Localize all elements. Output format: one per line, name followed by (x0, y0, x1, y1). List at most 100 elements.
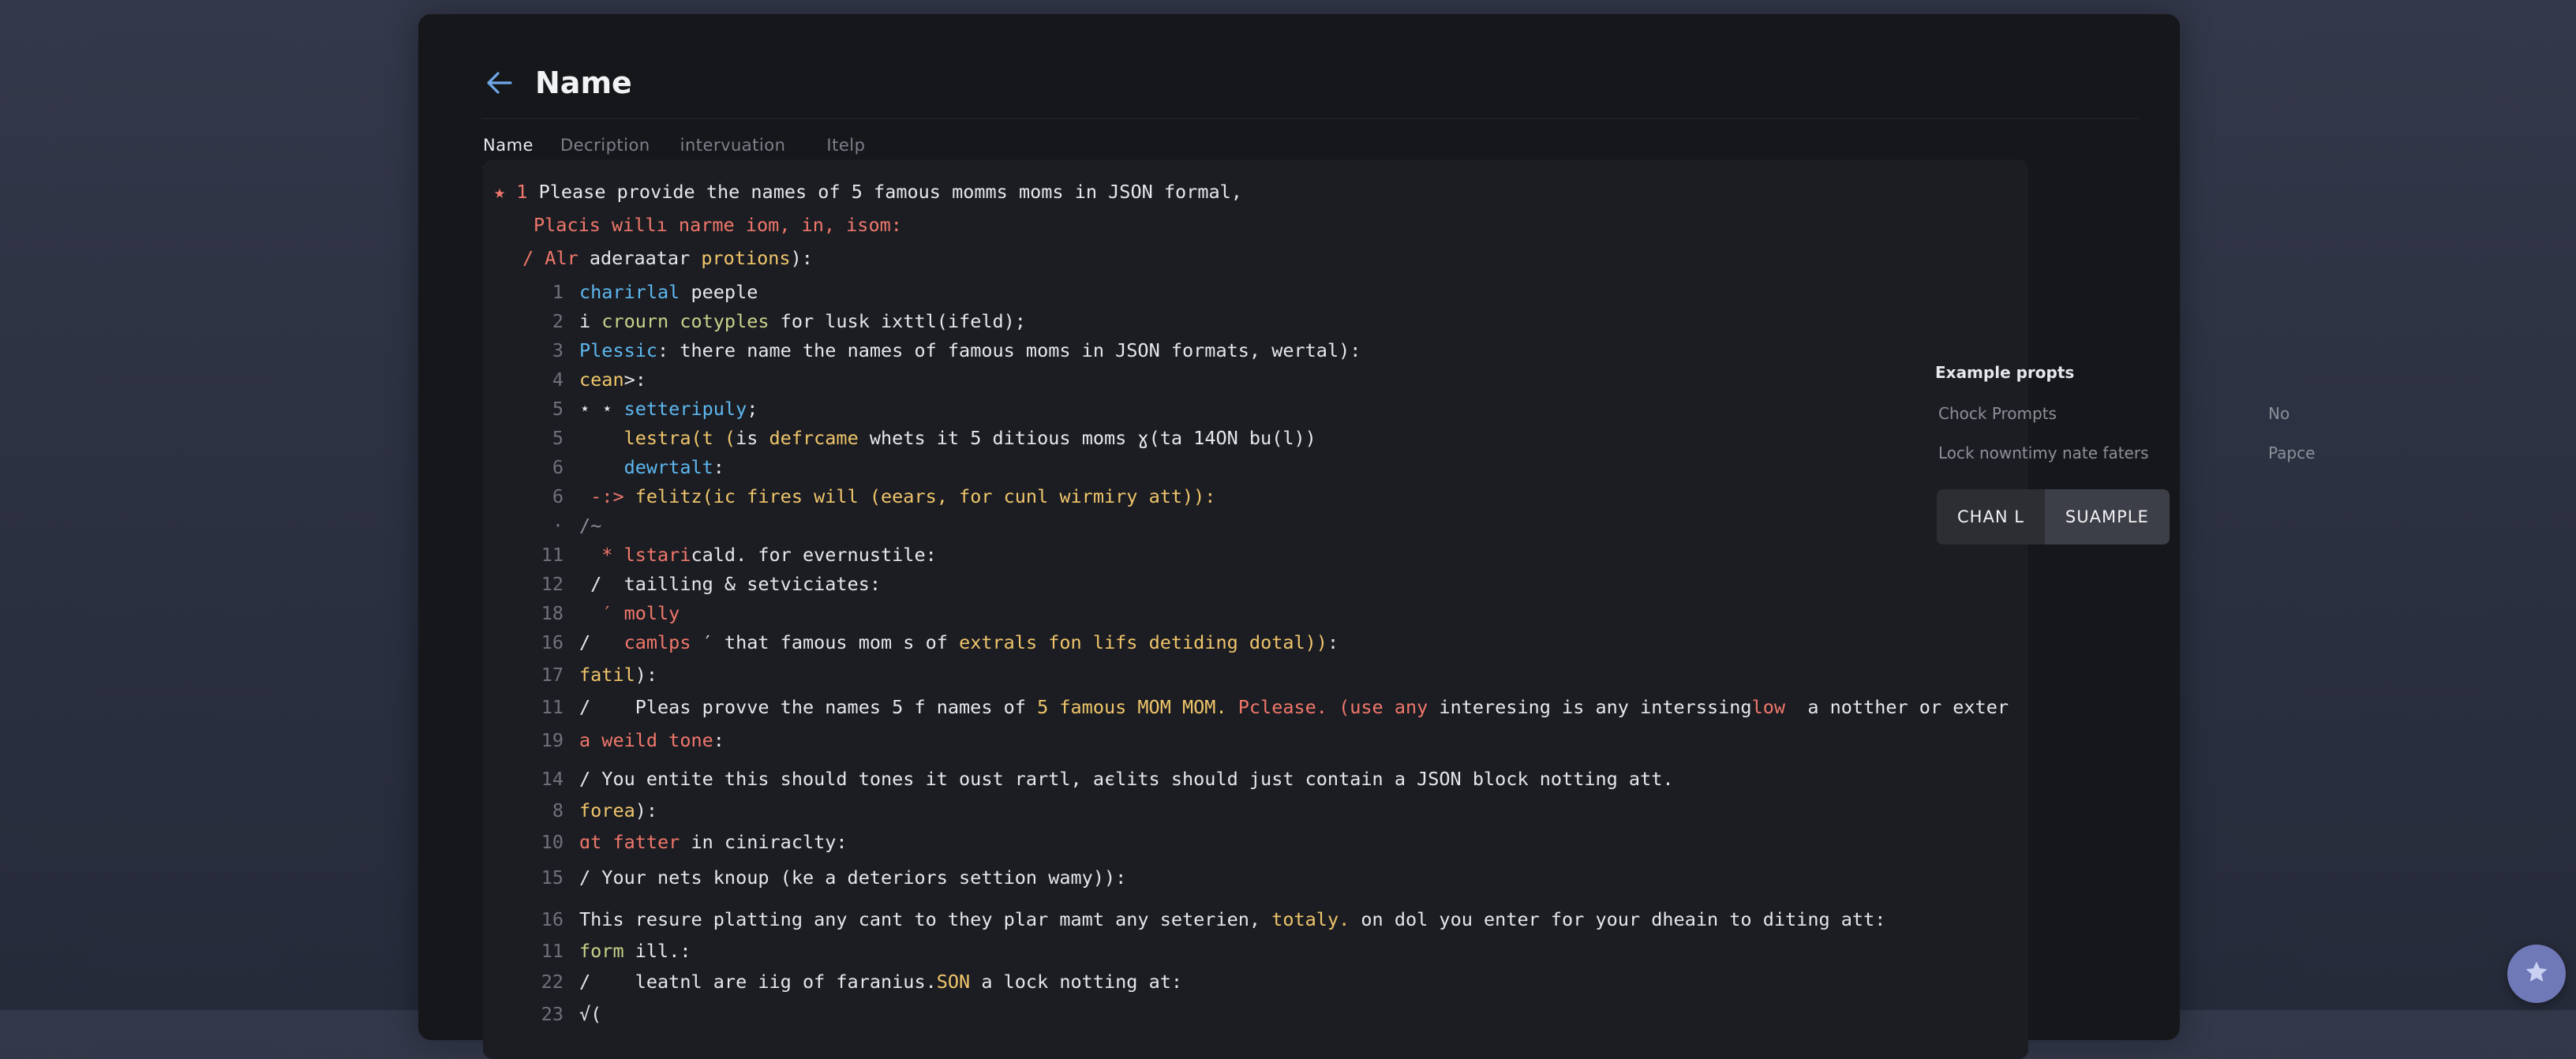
code-text: / Alr aderaatar protions): (522, 245, 813, 271)
row-value-check-prompts: No (2268, 404, 2290, 423)
line-number: 12 (541, 573, 564, 595)
line-number: 16 (541, 631, 564, 653)
code-text: ɑt fatter in ciniraclty: (579, 829, 848, 855)
code-token: This resure platting any cant to they pl… (579, 908, 1272, 930)
code-token: Placis willı narme iom, in, isom: (534, 214, 902, 236)
line-number: 14 (541, 768, 564, 790)
code-token: : (713, 456, 724, 478)
code-text: form ill.: (579, 937, 691, 964)
line-number: 11 (541, 696, 564, 718)
code-token: 5 famous MOM MOM. (1037, 696, 1238, 718)
code-token: : (1327, 631, 1339, 653)
code-text: ′ molly (579, 600, 680, 627)
code-text: / leatnl are iig of faranius.SON a lock … (579, 968, 1182, 995)
row-label-check-prompts: Chock Prompts (1938, 404, 2057, 423)
line-number: 23 (541, 1003, 564, 1025)
code-text: /~ (579, 512, 601, 539)
code-text: / tailling & setviciates: (579, 571, 881, 597)
line-number: 2 (552, 310, 564, 332)
line-number: 11 (541, 544, 564, 566)
code-token: a notther or exter (1796, 696, 2009, 718)
code-token: Pclease. (use any (1237, 696, 1440, 718)
main-panel: Name Name Decription intervuation Itelp … (418, 14, 2315, 1059)
code-token: : there name the names of famous moms in… (657, 339, 1361, 361)
code-token: Plessic (579, 339, 658, 361)
code-token: peeple (691, 281, 758, 303)
line-number: 5 (552, 398, 564, 420)
code-token: defrcame (769, 427, 870, 449)
line-number: 4 (552, 369, 564, 391)
code-token: forea (579, 799, 635, 821)
code-token: ★ 1 (494, 181, 539, 203)
code-token: / Pleas provve the names 5 f names of (579, 696, 1038, 718)
code-token: /~ (579, 515, 602, 537)
code-token: √( (579, 1003, 602, 1025)
code-token: / (579, 631, 624, 653)
code-token: a weild tone (579, 729, 713, 751)
code-text: * lstaricald. for evernustile: (579, 541, 936, 568)
line-number: 16 (541, 908, 564, 930)
code-token: ɑt fatter (579, 831, 691, 853)
code-token: / Your nets knoup (ke a deteriors settio… (579, 866, 1127, 889)
row-label-lock: Lock nowntimy nate faters (1938, 443, 2149, 462)
code-token: protions (701, 247, 791, 269)
code-text: / Your nets knoup (ke a deteriors settio… (579, 864, 1126, 891)
row-value-lock: Papce (2268, 443, 2316, 462)
code-text: ⋆ ⋆ setteripuly; (579, 395, 758, 422)
code-token: i (579, 310, 602, 332)
code-token: low (1751, 696, 1797, 718)
code-token: extrals fon lifs detiding dotal)) (959, 631, 1327, 653)
line-number: 5 (552, 427, 564, 449)
code-text: √( (579, 1001, 601, 1027)
code-token: Please provide the names of 5 famous mom… (538, 181, 1242, 203)
line-number: 17 (541, 664, 564, 686)
sample-button[interactable]: SUAMPLE (2044, 489, 2170, 544)
code-token: whets it 5 ditious moms ɣ(ta 14ON bu(l)) (869, 427, 1316, 449)
code-text: cean>: (579, 366, 646, 393)
code-token: on dol you enter for your dheain to diti… (1361, 908, 1886, 930)
line-number: 3 (552, 339, 564, 361)
code-token: * lstari (579, 544, 691, 566)
code-text: / camlps ′ that famous mom s of extrals … (579, 629, 1339, 656)
code-token: felitz(ic fires will (eears, for cunl wi… (635, 485, 1216, 507)
mode-segmented-control: CHAN L SUAMPLE (1937, 489, 2170, 544)
code-editor[interactable]: ★ 1 Please provide the names of 5 famous… (483, 159, 2028, 1059)
chan-l-button[interactable]: CHAN L (1937, 489, 2045, 544)
code-token: >: (623, 369, 646, 391)
code-token: ′ molly (579, 602, 680, 624)
code-token: a lock notting at: (981, 971, 1183, 993)
code-token: charirlal (579, 281, 691, 303)
line-number: 15 (541, 866, 564, 889)
back-arrow-icon[interactable] (481, 65, 518, 101)
code-token: / Alr (522, 247, 590, 269)
code-token: ): (790, 247, 813, 269)
code-token: ill.: (635, 940, 691, 962)
code-token: -:> (579, 485, 635, 507)
code-token: / leatnl are iig of faranius. (579, 971, 937, 993)
code-token: setteripuly (623, 398, 747, 420)
code-token: camlps (623, 631, 702, 653)
code-token: : (713, 729, 724, 751)
code-token: in ciniraclty: (691, 831, 848, 853)
code-token: dewrtalt (623, 456, 713, 478)
code-token: crourn cotyples (601, 310, 781, 332)
line-number: 11 (541, 940, 564, 962)
page-header: Name (481, 47, 632, 118)
code-text: i crourn cotyples for lusk ixttl(ifeld); (579, 308, 1026, 335)
code-text: This resure platting any cant to they pl… (579, 906, 1885, 933)
code-token: ): (635, 664, 658, 686)
code-text: Plessic: there name the names of famous … (579, 337, 1361, 364)
star-fab-button[interactable] (2507, 945, 2566, 1003)
code-token: form (579, 940, 635, 962)
code-text: lestra(t (is defrcame whets it 5 ditious… (579, 425, 1316, 451)
line-number: 1 (552, 281, 564, 303)
line-number: 6 (552, 456, 564, 478)
code-text: / You entite this should tones it oust r… (579, 765, 1674, 792)
example-prompts-title: Example propts (1935, 363, 2075, 382)
code-token: SON (936, 971, 982, 993)
page-title: Name (535, 65, 632, 100)
code-text: fatil): (579, 661, 657, 688)
code-token: ′ that famous mom s of (702, 631, 960, 653)
